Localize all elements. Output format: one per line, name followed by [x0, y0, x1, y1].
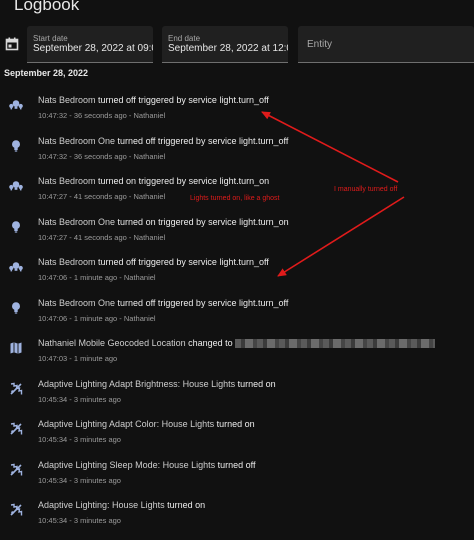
lightbulb-group-icon	[9, 262, 23, 272]
entry-timestamp: 10:47:27 - 41 seconds ago - Nathaniel	[38, 233, 166, 242]
entry-message: changed to	[185, 338, 236, 348]
filter-bar: Start date September 28, 2022 at 09:00 E…	[0, 26, 474, 64]
logbook-entry[interactable]: Nathaniel Mobile Geocoded Location chang…	[0, 338, 474, 378]
entry-entity-link[interactable]: Nats Bedroom One	[38, 136, 115, 146]
entry-entity-link[interactable]: Nathaniel Mobile Geocoded Location	[38, 338, 186, 348]
redacted-location	[235, 339, 436, 349]
map-icon	[10, 342, 22, 354]
entry-timestamp: 10:45:34 - 3 minutes ago	[38, 395, 121, 404]
entry-timestamp: 10:47:27 - 41 seconds ago - Nathaniel	[38, 192, 166, 201]
entry-entity-link[interactable]: Nats Bedroom One	[38, 298, 115, 308]
entry-timestamp: 10:45:34 - 3 minutes ago	[38, 476, 121, 485]
adaptive-lighting-icon	[10, 463, 23, 476]
entity-placeholder: Entity	[307, 39, 333, 50]
logbook-entry[interactable]: Adaptive Lighting: House Lights turned o…	[0, 500, 474, 540]
entry-message: turned on	[235, 379, 276, 389]
logbook-entry[interactable]: Adaptive Lighting Sleep Mode: House Ligh…	[0, 460, 474, 500]
entry-entity-link[interactable]: Nats Bedroom	[38, 176, 96, 186]
day-heading: September 28, 2022	[4, 68, 89, 78]
entry-timestamp: 10:45:34 - 3 minutes ago	[38, 516, 121, 525]
start-date-label: Start date	[33, 34, 68, 43]
entry-message: turned on	[164, 500, 206, 510]
entry-entity-link[interactable]: Nats Bedroom	[38, 257, 96, 267]
entry-entity-link[interactable]: Adaptive Lighting Adapt Color: House Lig…	[38, 419, 214, 429]
adaptive-lighting-icon	[10, 503, 23, 516]
logbook-entry[interactable]: Nats Bedroom turned off triggered by ser…	[0, 257, 474, 297]
adaptive-lighting-icon	[10, 382, 23, 395]
entity-field[interactable]: Entity	[298, 26, 474, 63]
lightbulb-group-icon	[9, 181, 23, 191]
entry-entity-link[interactable]: Adaptive Lighting Adapt Brightness: Hous…	[38, 379, 235, 389]
logbook-entry[interactable]: Nats Bedroom One turned off triggered by…	[0, 298, 474, 338]
entry-message: turned off	[215, 460, 256, 470]
entry-message: turned on triggered by service light.tur…	[95, 176, 270, 186]
entry-timestamp: 10:47:03 - 1 minute ago	[38, 354, 118, 363]
end-date-field[interactable]: End date September 28, 2022 at 12:00	[162, 26, 288, 63]
entry-message: turned off triggered by service light.tu…	[115, 136, 289, 146]
entry-entity-link[interactable]: Nats Bedroom One	[38, 217, 115, 227]
annotation-manual-off: I manually turned off	[334, 186, 398, 193]
entry-timestamp: 10:47:06 - 1 minute ago - Nathaniel	[38, 273, 156, 282]
entry-entity-link[interactable]: Nats Bedroom	[38, 95, 96, 105]
entry-entity-link[interactable]: Adaptive Lighting: House Lights	[38, 500, 165, 510]
lightbulb-group-icon	[9, 100, 23, 110]
page-title: Logbook	[14, 0, 80, 14]
lightbulb-icon	[12, 221, 20, 233]
entry-message: turned off triggered by service light.tu…	[95, 95, 269, 105]
entry-message: turned on triggered by service light.tur…	[115, 217, 289, 227]
entry-message: turned off triggered by service light.tu…	[115, 298, 289, 308]
annotation-ghost: Lights turned on, like a ghost	[190, 195, 280, 202]
entry-timestamp: 10:47:32 - 36 seconds ago - Nathaniel	[38, 152, 166, 161]
start-date-field[interactable]: Start date September 28, 2022 at 09:00	[27, 26, 153, 63]
entry-timestamp: 10:45:34 - 3 minutes ago	[38, 435, 121, 444]
logbook-entry[interactable]: Nats Bedroom turned off triggered by ser…	[0, 95, 474, 135]
lightbulb-icon	[12, 140, 20, 152]
entry-timestamp: 10:47:06 - 1 minute ago - Nathaniel	[38, 314, 156, 323]
logbook-entry[interactable]: Adaptive Lighting Adapt Color: House Lig…	[0, 419, 474, 459]
lightbulb-icon	[12, 302, 20, 314]
adaptive-lighting-icon	[10, 422, 23, 435]
entry-message: turned on	[214, 419, 255, 429]
end-date-label: End date	[168, 34, 201, 43]
end-date-value: September 28, 2022 at 12:00	[168, 43, 288, 54]
logbook-entry[interactable]: Nats Bedroom One turned off triggered by…	[0, 136, 474, 176]
start-date-value: September 28, 2022 at 09:00	[33, 43, 153, 54]
logbook-entry[interactable]: Adaptive Lighting Adapt Brightness: Hous…	[0, 379, 474, 419]
entry-message: turned off triggered by service light.tu…	[95, 257, 269, 267]
calendar-icon[interactable]	[5, 37, 19, 51]
entry-entity-link[interactable]: Adaptive Lighting Sleep Mode: House Ligh…	[38, 460, 215, 470]
entry-timestamp: 10:47:32 - 36 seconds ago - Nathaniel	[38, 111, 166, 120]
logbook-entry[interactable]: Nats Bedroom One turned on triggered by …	[0, 217, 474, 257]
header-bar: Logbook	[0, 0, 474, 22]
